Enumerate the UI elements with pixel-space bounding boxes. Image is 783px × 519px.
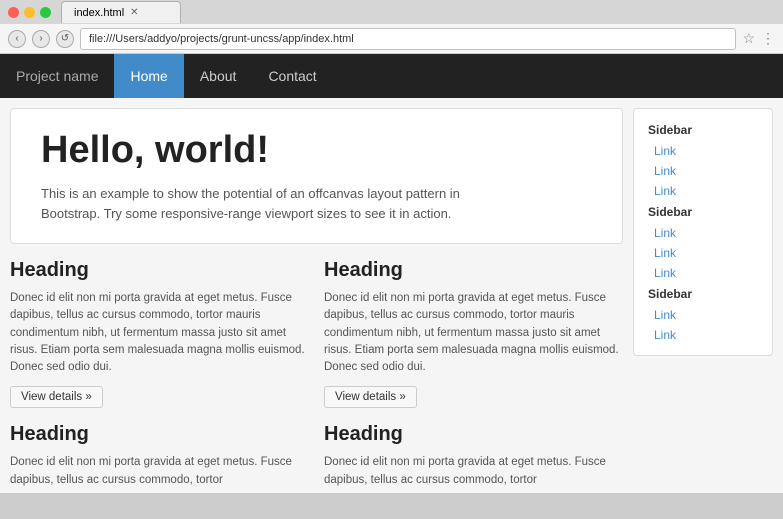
sidebar-link-1-2[interactable]: Link: [634, 161, 772, 181]
title-bar: index.html ✕: [0, 0, 783, 24]
col1-heading: Heading: [10, 259, 309, 282]
url-text: file:///Users/addyo/projects/grunt-uncss…: [89, 33, 354, 45]
content-columns: Heading Donec id elit non mi porta gravi…: [10, 259, 623, 493]
site-content: Hello, world! This is an example to show…: [0, 98, 783, 493]
sidebar-heading-1: Sidebar: [634, 119, 772, 141]
col4-body: Donec id elit non mi porta gravida at eg…: [324, 454, 623, 489]
tab-close-icon[interactable]: ✕: [130, 7, 138, 18]
col1-body: Donec id elit non mi porta gravida at eg…: [10, 290, 309, 376]
nav-link-contact[interactable]: Contact: [252, 54, 332, 98]
sidebar-section-1: Sidebar Link Link Link: [634, 119, 772, 201]
sidebar-link-1-1[interactable]: Link: [634, 141, 772, 161]
nav-link-home[interactable]: Home: [114, 54, 183, 98]
col2-body: Donec id elit non mi porta gravida at eg…: [324, 290, 623, 376]
sidebar-link-2-2[interactable]: Link: [634, 243, 772, 263]
jumbotron-heading: Hello, world!: [41, 129, 592, 172]
sidebar-section-3: Sidebar Link Link: [634, 283, 772, 345]
minimize-button[interactable]: [24, 7, 35, 18]
col3-body: Donec id elit non mi porta gravida at eg…: [10, 454, 309, 489]
site-nav: Project name Home About Contact: [0, 54, 783, 98]
column-3: Heading Donec id elit non mi porta gravi…: [10, 423, 309, 493]
sidebar: Sidebar Link Link Link Sidebar Link Link…: [633, 108, 773, 356]
column-1: Heading Donec id elit non mi porta gravi…: [10, 259, 309, 408]
sidebar-link-2-3[interactable]: Link: [634, 263, 772, 283]
sidebar-link-1-3[interactable]: Link: [634, 181, 772, 201]
nav-link-about[interactable]: About: [184, 54, 253, 98]
sidebar-link-3-2[interactable]: Link: [634, 325, 772, 345]
address-bar: ‹ › ↺ file:///Users/addyo/projects/grunt…: [0, 24, 783, 54]
forward-button[interactable]: ›: [32, 30, 50, 48]
column-2: Heading Donec id elit non mi porta gravi…: [324, 259, 623, 408]
maximize-button[interactable]: [40, 7, 51, 18]
tab-title: index.html: [74, 7, 124, 19]
browser-chrome: index.html ✕ ‹ › ↺ file:///Users/addyo/p…: [0, 0, 783, 54]
reload-button[interactable]: ↺: [56, 30, 74, 48]
column-4: Heading Donec id elit non mi porta gravi…: [324, 423, 623, 493]
sidebar-heading-2: Sidebar: [634, 201, 772, 223]
close-button[interactable]: [8, 7, 19, 18]
col1-view-details-button[interactable]: View details »: [10, 386, 103, 408]
sidebar-section-2: Sidebar Link Link Link: [634, 201, 772, 283]
back-button[interactable]: ‹: [8, 30, 26, 48]
bookmark-icon[interactable]: ☆: [742, 30, 755, 47]
window-controls: [8, 7, 51, 18]
main-content: Hello, world! This is an example to show…: [10, 108, 623, 493]
jumbotron-body: This is an example to show the potential…: [41, 184, 481, 223]
url-input[interactable]: file:///Users/addyo/projects/grunt-uncss…: [80, 28, 736, 50]
site-brand: Project name: [0, 68, 114, 84]
site-wrapper: Project name Home About Contact Hello, w…: [0, 54, 783, 493]
settings-icon[interactable]: ⋮: [761, 30, 775, 47]
sidebar-heading-3: Sidebar: [634, 283, 772, 305]
sidebar-link-2-1[interactable]: Link: [634, 223, 772, 243]
col2-view-details-button[interactable]: View details »: [324, 386, 417, 408]
browser-tab[interactable]: index.html ✕: [61, 1, 181, 23]
jumbotron: Hello, world! This is an example to show…: [10, 108, 623, 244]
sidebar-link-3-1[interactable]: Link: [634, 305, 772, 325]
col2-heading: Heading: [324, 259, 623, 282]
nav-links: Home About Contact: [114, 54, 332, 98]
col3-heading: Heading: [10, 423, 309, 446]
col4-heading: Heading: [324, 423, 623, 446]
